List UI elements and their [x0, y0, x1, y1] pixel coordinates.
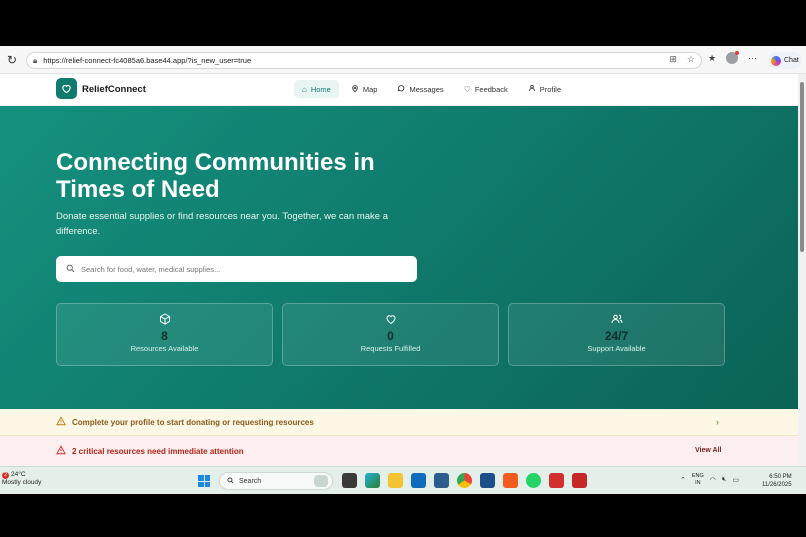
nav-profile-label: Profile [539, 84, 562, 94]
edge-icon[interactable] [365, 473, 380, 488]
hero-subtitle: Donate essential supplies or find resour… [56, 211, 388, 237]
system-tray: ⌃ ENG IN ◠ 🔇︎ ▭ [680, 473, 739, 487]
view-all-link[interactable]: View All [695, 447, 721, 454]
volume-muted-icon[interactable]: 🔇︎ [722, 476, 726, 484]
task-view-icon[interactable] [342, 473, 357, 488]
screen-frame: ↻ 🔒︎ https://relief-connect-fc4085a6.bas… [0, 0, 806, 537]
taskbar-apps [342, 473, 587, 488]
nav-map-label: Map [362, 84, 378, 94]
warning-icon [56, 413, 66, 431]
alert-triangle-icon [56, 442, 66, 460]
nav-messages-label: Messages [409, 84, 444, 94]
stat-card-support: 24/7 Support Available [508, 303, 725, 366]
weather-badge: 2 [2, 472, 9, 479]
nav-messages[interactable]: Messages [389, 80, 451, 98]
scrollbar-thumb[interactable] [800, 82, 804, 252]
whatsapp-icon[interactable] [526, 473, 541, 488]
search-input[interactable] [81, 264, 401, 274]
language-indicator[interactable]: ENG IN [692, 473, 704, 487]
file-explorer-icon[interactable] [388, 473, 403, 488]
copilot-chat-button[interactable]: Chat [768, 52, 802, 69]
browser-window: ↻ 🔒︎ https://relief-connect-fc4085a6.bas… [0, 46, 806, 494]
battery-icon[interactable]: ▭ [732, 476, 739, 484]
critical-alert-text: 2 critical resources need immediate atte… [72, 446, 244, 456]
nav-home[interactable]: ⌂ Home [294, 80, 339, 98]
brand-name[interactable]: ReliefConnect [82, 84, 146, 95]
url-text[interactable]: https://relief-connect-fc4085a6.base44.a… [43, 56, 251, 65]
copilot-icon [771, 55, 781, 66]
users-icon [509, 313, 724, 327]
nav-home-label: Home [310, 84, 331, 94]
windows-start-icon[interactable] [198, 475, 210, 487]
windows-taskbar: 2 24°C Mostly cloudy Search ⌃ ENG IN ◠ 🔇… [0, 466, 806, 494]
main-nav: ⌂ Home Map Messages ♡ Feedback Profile [294, 80, 569, 98]
chevron-right-icon[interactable]: › [716, 417, 719, 427]
heart-icon: ♡ [463, 84, 471, 94]
mcafee-icon[interactable] [549, 473, 564, 488]
nav-feedback[interactable]: ♡ Feedback [456, 80, 516, 98]
search-highlight-image [314, 475, 328, 487]
search-icon [227, 476, 234, 486]
nav-feedback-label: Feedback [474, 84, 508, 94]
user-icon [528, 84, 536, 94]
outlook-icon[interactable] [411, 473, 426, 488]
chrome-icon[interactable] [457, 473, 472, 488]
profile-alert[interactable]: Complete your profile to start donating … [0, 409, 798, 436]
search-icon [66, 260, 75, 278]
clock-date: 11/26/2025 [762, 482, 792, 488]
nav-map[interactable]: Map [343, 80, 386, 98]
critical-alert: 2 critical resources need immediate atte… [0, 436, 798, 466]
box-icon [57, 313, 272, 327]
logo-icon[interactable] [56, 78, 77, 99]
profile-alert-text: Complete your profile to start donating … [72, 417, 314, 427]
stat-label: Requests Fulfilled [360, 344, 421, 353]
weather-condition: Mostly cloudy [2, 479, 42, 486]
map-pin-icon [351, 84, 359, 95]
temperature: 24°C [11, 471, 26, 478]
lock-icon: 🔒︎ [33, 55, 38, 65]
nav-profile[interactable]: Profile [520, 80, 569, 98]
chat-label: Chat [784, 57, 799, 64]
stat-value: 8 [161, 329, 168, 343]
taskbar-search[interactable]: Search [219, 472, 333, 490]
linkedin-icon[interactable] [480, 473, 495, 488]
region-code: IN [695, 480, 701, 486]
language-code: ENG [691, 473, 704, 479]
favorites-icon[interactable]: ★ [708, 53, 716, 64]
store-icon[interactable] [434, 473, 449, 488]
hero-title: Connecting Communities in Times of Need [56, 149, 375, 203]
site-header: ReliefConnect ⌂ Home Map Messages ♡ Feed [0, 74, 798, 106]
weather-widget[interactable]: 2 24°C Mostly cloudy [2, 471, 41, 487]
stat-label: Resources Available [130, 344, 199, 353]
home-icon: ⌂ [302, 84, 307, 94]
resource-search[interactable] [56, 256, 417, 282]
reload-icon[interactable]: ↻ [0, 46, 24, 74]
stat-label: Support Available [587, 344, 646, 353]
app-available-icon[interactable]: ⊞ [669, 54, 677, 65]
stat-card-resources: 8 Resources Available [56, 303, 273, 366]
profile-avatar[interactable] [726, 51, 740, 64]
address-bar[interactable]: 🔒︎ https://relief-connect-fc4085a6.base4… [26, 52, 702, 69]
stats-row: 8 Resources Available 0 Requests Fulfill… [56, 303, 725, 366]
chevron-up-icon[interactable]: ⌃ [680, 476, 686, 484]
wps-office-icon[interactable] [572, 473, 587, 488]
favorite-star-icon[interactable]: ☆ [687, 54, 695, 65]
taskbar-search-label: Search [239, 477, 262, 485]
clock-time: 6:50 PM [769, 474, 792, 480]
wifi-icon[interactable]: ◠ [710, 476, 716, 484]
message-icon [397, 84, 405, 94]
hero-section: Connecting Communities in Times of Need … [0, 106, 798, 409]
page-scrollbar[interactable] [798, 74, 806, 466]
stat-card-requests: 0 Requests Fulfilled [282, 303, 499, 366]
stat-value: 24/7 [604, 329, 629, 343]
brave-icon[interactable] [503, 473, 518, 488]
stat-value: 0 [387, 329, 394, 343]
system-clock[interactable]: 6:50 PM 11/26/2025 [762, 473, 792, 489]
more-icon[interactable]: ⋯ [748, 53, 757, 64]
browser-toolbar: ↻ 🔒︎ https://relief-connect-fc4085a6.bas… [0, 46, 806, 74]
heart-icon [283, 313, 498, 327]
